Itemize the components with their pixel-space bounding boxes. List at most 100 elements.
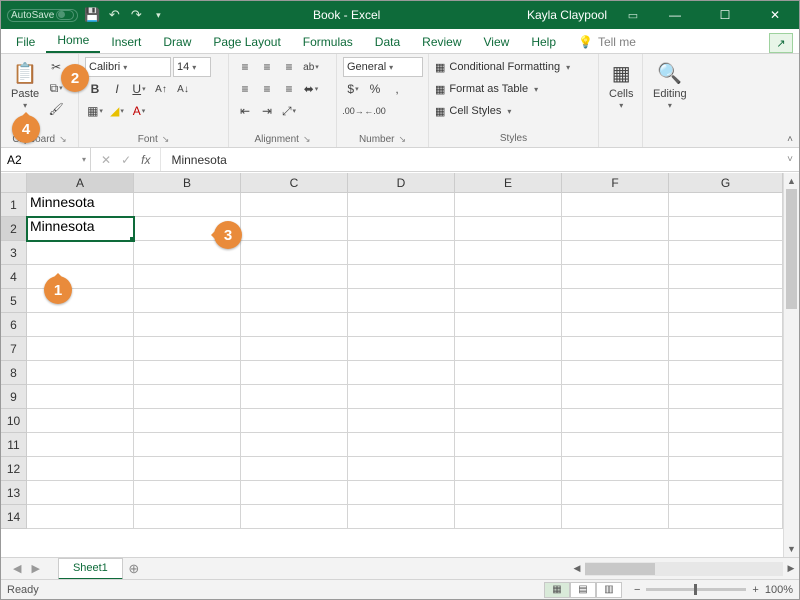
- column-header-D[interactable]: D: [348, 173, 455, 193]
- cell-E6[interactable]: [455, 313, 562, 337]
- tab-help[interactable]: Help: [520, 31, 567, 53]
- cell-A8[interactable]: [27, 361, 134, 385]
- cell-A1[interactable]: Minnesota: [27, 193, 134, 217]
- cell-G9[interactable]: [669, 385, 783, 409]
- cell-G6[interactable]: [669, 313, 783, 337]
- scroll-thumb[interactable]: [585, 563, 655, 575]
- cell-B9[interactable]: [134, 385, 241, 409]
- cell-A5[interactable]: [27, 289, 134, 313]
- undo-icon[interactable]: ↶: [106, 7, 122, 23]
- sheet-tab-sheet1[interactable]: Sheet1: [58, 558, 123, 580]
- decrease-font-button[interactable]: A↓: [173, 79, 193, 99]
- cell-styles-button[interactable]: ▦Cell Styles▾: [435, 101, 570, 121]
- comma-format-button[interactable]: ,: [387, 79, 407, 99]
- tab-home[interactable]: Home: [46, 29, 100, 53]
- number-format-combo[interactable]: General▾: [343, 57, 423, 77]
- cell-E13[interactable]: [455, 481, 562, 505]
- increase-indent-button[interactable]: ⇥: [257, 101, 277, 121]
- cell-G13[interactable]: [669, 481, 783, 505]
- cell-C9[interactable]: [241, 385, 348, 409]
- cell-E5[interactable]: [455, 289, 562, 313]
- column-header-A[interactable]: A: [27, 173, 134, 193]
- cell-A3[interactable]: [27, 241, 134, 265]
- cell-G7[interactable]: [669, 337, 783, 361]
- cell-C1[interactable]: [241, 193, 348, 217]
- qat-customize-icon[interactable]: ▾: [150, 7, 166, 23]
- formula-input[interactable]: Minnesota: [161, 148, 781, 171]
- column-header-F[interactable]: F: [562, 173, 669, 193]
- redo-icon[interactable]: ↷: [128, 7, 144, 23]
- accounting-format-button[interactable]: $: [343, 79, 363, 99]
- cells-button[interactable]: ▦Cells▾: [605, 57, 637, 112]
- align-center-button[interactable]: ≡: [257, 79, 277, 99]
- cell-F6[interactable]: [562, 313, 669, 337]
- cell-D1[interactable]: [348, 193, 455, 217]
- tab-review[interactable]: Review: [411, 31, 472, 53]
- cell-C7[interactable]: [241, 337, 348, 361]
- editing-button[interactable]: 🔍Editing▾: [649, 57, 691, 112]
- cell-E9[interactable]: [455, 385, 562, 409]
- cell-F9[interactable]: [562, 385, 669, 409]
- cell-D3[interactable]: [348, 241, 455, 265]
- name-box[interactable]: A2▾: [1, 148, 91, 171]
- borders-button[interactable]: ▦: [85, 101, 105, 121]
- row-header-9[interactable]: 9: [1, 385, 27, 409]
- maximize-button[interactable]: ☐: [703, 1, 747, 29]
- decrease-indent-button[interactable]: ⇤: [235, 101, 255, 121]
- expand-formula-bar-icon[interactable]: ˅: [781, 148, 799, 171]
- cell-E14[interactable]: [455, 505, 562, 529]
- cell-B13[interactable]: [134, 481, 241, 505]
- share-button[interactable]: ↗: [769, 33, 793, 53]
- cell-G8[interactable]: [669, 361, 783, 385]
- cell-B6[interactable]: [134, 313, 241, 337]
- cell-C14[interactable]: [241, 505, 348, 529]
- cell-F3[interactable]: [562, 241, 669, 265]
- cell-C12[interactable]: [241, 457, 348, 481]
- cell-D11[interactable]: [348, 433, 455, 457]
- column-header-B[interactable]: B: [134, 173, 241, 193]
- cell-D12[interactable]: [348, 457, 455, 481]
- page-break-view-button[interactable]: ▥: [596, 582, 622, 598]
- cell-C3[interactable]: [241, 241, 348, 265]
- cell-B8[interactable]: [134, 361, 241, 385]
- select-all-corner[interactable]: [1, 173, 27, 193]
- row-header-14[interactable]: 14: [1, 505, 27, 529]
- cell-F5[interactable]: [562, 289, 669, 313]
- horizontal-scrollbar[interactable]: ◀ ▶: [569, 561, 799, 577]
- cell-B10[interactable]: [134, 409, 241, 433]
- font-size-combo[interactable]: 14▾: [173, 57, 211, 77]
- cell-G10[interactable]: [669, 409, 783, 433]
- close-button[interactable]: ✕: [753, 1, 797, 29]
- align-middle-button[interactable]: ≡: [257, 57, 277, 77]
- cell-E11[interactable]: [455, 433, 562, 457]
- tab-draw[interactable]: Draw: [152, 31, 202, 53]
- row-header-4[interactable]: 4: [1, 265, 27, 289]
- zoom-out-button[interactable]: −: [634, 584, 640, 596]
- tab-page-layout[interactable]: Page Layout: [202, 31, 291, 53]
- cell-C4[interactable]: [241, 265, 348, 289]
- row-header-2[interactable]: 2: [1, 217, 27, 241]
- cell-D7[interactable]: [348, 337, 455, 361]
- tab-formulas[interactable]: Formulas: [292, 31, 364, 53]
- cell-A4[interactable]: [27, 265, 134, 289]
- cell-G11[interactable]: [669, 433, 783, 457]
- cell-B11[interactable]: [134, 433, 241, 457]
- font-color-button[interactable]: A: [129, 101, 149, 121]
- scroll-down-icon[interactable]: ▼: [784, 541, 799, 557]
- align-bottom-button[interactable]: ≡: [279, 57, 299, 77]
- cell-D9[interactable]: [348, 385, 455, 409]
- cell-C6[interactable]: [241, 313, 348, 337]
- cell-D10[interactable]: [348, 409, 455, 433]
- cell-D13[interactable]: [348, 481, 455, 505]
- cell-C11[interactable]: [241, 433, 348, 457]
- cell-G14[interactable]: [669, 505, 783, 529]
- cell-F8[interactable]: [562, 361, 669, 385]
- next-sheet-icon[interactable]: ▶: [31, 562, 39, 575]
- cell-G1[interactable]: [669, 193, 783, 217]
- cell-F13[interactable]: [562, 481, 669, 505]
- row-header-10[interactable]: 10: [1, 409, 27, 433]
- cell-E7[interactable]: [455, 337, 562, 361]
- user-name[interactable]: Kayla Claypool: [527, 8, 607, 22]
- minimize-button[interactable]: —: [653, 1, 697, 29]
- row-header-13[interactable]: 13: [1, 481, 27, 505]
